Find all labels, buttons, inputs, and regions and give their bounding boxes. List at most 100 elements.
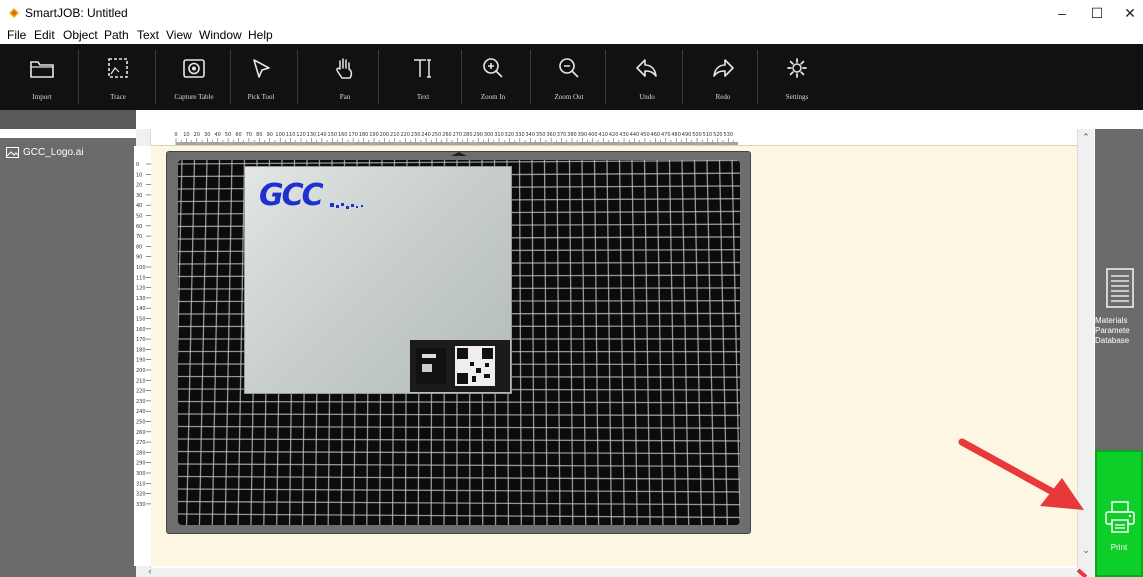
- ruler-label: 80: [256, 132, 262, 138]
- toolbar-separator: [530, 50, 531, 104]
- pan-button[interactable]: Pan: [320, 44, 370, 110]
- ruler-label: 140: [136, 306, 146, 312]
- pick-tool-button[interactable]: Pick Tool: [236, 44, 286, 110]
- scroll-up-icon[interactable]: ⌃: [1078, 132, 1094, 143]
- ruler-label: 460: [651, 132, 661, 138]
- gcc-logo[interactable]: GCC: [259, 178, 324, 213]
- ruler-label: 320: [505, 132, 515, 138]
- grid-line: [178, 450, 740, 455]
- materials-database-button[interactable]: Materials Paramete Database: [1095, 268, 1143, 352]
- grid-line: [178, 500, 740, 506]
- ruler-label: 60: [235, 132, 241, 138]
- menu-text[interactable]: Text: [137, 28, 159, 42]
- ruler-label: 90: [136, 255, 142, 261]
- print-button[interactable]: Print: [1095, 450, 1143, 577]
- ruler-label: 180: [359, 132, 369, 138]
- horizontal-scrollbar[interactable]: ‹: [136, 566, 1078, 577]
- text-label: Text: [416, 93, 430, 101]
- close-button[interactable]: ✕: [1115, 3, 1143, 23]
- pick-tool-label: Pick Tool: [247, 93, 275, 101]
- trace-button[interactable]: Trace: [93, 44, 143, 110]
- toolbar-separator: [378, 50, 379, 104]
- ruler-label: 320: [136, 492, 146, 498]
- grid-line: [593, 160, 600, 525]
- menu-edit[interactable]: Edit: [34, 28, 55, 42]
- ruler-label: 160: [338, 132, 348, 138]
- ruler-label: 440: [630, 132, 640, 138]
- redo-button[interactable]: Redo: [698, 44, 748, 110]
- zoom-out-button[interactable]: Zoom Out: [544, 44, 594, 110]
- menu-path[interactable]: Path: [104, 28, 129, 42]
- grid-line: [731, 160, 740, 525]
- zoom-in-button[interactable]: Zoom In: [468, 44, 518, 110]
- vertical-ruler-ticks: 0 10 20 30 40 50 60 70 80 90 100 110 120 130 140 150 160…: [136, 162, 151, 508]
- ruler-label: 310: [494, 132, 504, 138]
- settings-button[interactable]: Settings: [772, 44, 822, 110]
- menu-help[interactable]: Help: [248, 28, 273, 42]
- ruler-label: 220: [136, 389, 146, 395]
- layer-file-name: GCC_Logo.ai: [23, 147, 84, 158]
- ruler-label: 450: [640, 132, 650, 138]
- grid-line: [693, 160, 703, 525]
- menu-object[interactable]: Object: [63, 28, 98, 42]
- undo-button[interactable]: Undo: [622, 44, 672, 110]
- grid-line: [718, 160, 728, 525]
- grid-line: [543, 160, 548, 525]
- text-button[interactable]: Text: [398, 44, 448, 110]
- scroll-down-icon[interactable]: ⌄: [1078, 545, 1094, 556]
- grid-line: [706, 160, 716, 525]
- menu-view[interactable]: View: [166, 28, 192, 42]
- ruler-label: 480: [671, 132, 681, 138]
- ruler-label: 520: [713, 132, 723, 138]
- ruler-label: 140: [317, 132, 327, 138]
- vertical-ruler: 0 10 20 30 40 50 60 70 80 90 100 110 120 130 140 150 160…: [134, 146, 151, 566]
- redo-label: Redo: [715, 93, 731, 101]
- toolbar-spacer: [0, 110, 1143, 129]
- ruler-label: 50: [225, 132, 231, 138]
- main-toolbar: Import Trace Capture Table Pick Tool Pan…: [0, 44, 1143, 110]
- toolbar-separator: [297, 50, 298, 104]
- ruler-label: 230: [411, 132, 421, 138]
- maximize-button[interactable]: ☐: [1082, 3, 1112, 23]
- undo-icon: [636, 59, 657, 77]
- ruler-label: 490: [682, 132, 692, 138]
- redo-icon: [713, 59, 734, 77]
- toolbar-separator: [78, 50, 79, 104]
- ruler-label: 370: [557, 132, 567, 138]
- vertical-scrollbar[interactable]: ⌃ ⌄: [1077, 129, 1094, 577]
- logo-pixel-tail: [330, 203, 363, 209]
- text-icon: [414, 59, 431, 78]
- minimize-button[interactable]: –: [1047, 3, 1077, 23]
- import-button[interactable]: Import: [17, 44, 67, 110]
- menu-file[interactable]: File: [7, 28, 26, 42]
- grid-line: [224, 160, 233, 525]
- ruler-label: 260: [442, 132, 452, 138]
- ruler-label: 260: [136, 430, 146, 436]
- title-bar: SmartJOB: Untitled – ☐ ✕: [0, 0, 1143, 26]
- ruler-label: 160: [136, 327, 146, 333]
- layer-item[interactable]: GCC_Logo.ai: [6, 147, 84, 158]
- import-label: Import: [32, 93, 52, 101]
- grid-line: [643, 160, 651, 525]
- settings-label: Settings: [785, 93, 809, 101]
- ruler-label: 430: [619, 132, 629, 138]
- app-logo-icon: [9, 8, 19, 18]
- zoom-out-icon: [559, 58, 579, 78]
- printer-icon: [1105, 501, 1135, 533]
- trace-icon: [108, 58, 128, 78]
- ruler-label: 410: [598, 132, 608, 138]
- grid-line: [568, 160, 574, 525]
- ruler-label: 420: [609, 132, 619, 138]
- menu-window[interactable]: Window: [199, 28, 242, 42]
- ruler-label: 230: [136, 399, 146, 405]
- toolbar-separator: [605, 50, 606, 104]
- ruler-label: 70: [136, 234, 142, 240]
- ruler-label: 310: [136, 481, 146, 487]
- capture-table-button[interactable]: Capture Table: [168, 44, 220, 110]
- grid-line: [211, 160, 221, 525]
- trace-label: Trace: [110, 93, 126, 101]
- camera-icon: [183, 59, 205, 78]
- ruler-label: 500: [692, 132, 702, 138]
- capture-table-label: Capture Table: [174, 93, 214, 101]
- scroll-left-icon[interactable]: ‹: [142, 566, 158, 576]
